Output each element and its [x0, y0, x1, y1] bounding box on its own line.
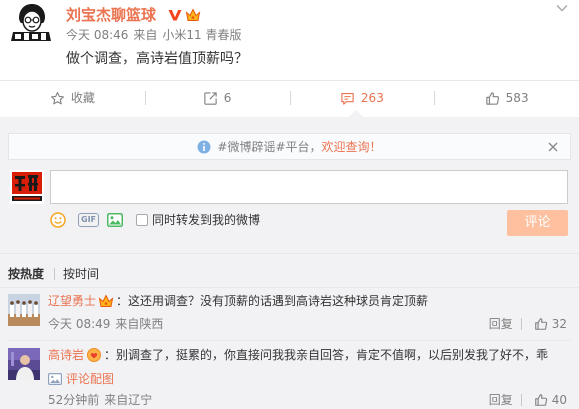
tab-sort-time[interactable]: 按时间: [63, 266, 99, 282]
comment-location: 来自陕西: [115, 317, 164, 331]
post-avatar-image: [6, 2, 56, 46]
divider: [0, 287, 579, 288]
close-icon[interactable]: [548, 142, 558, 152]
comment-icon: [340, 91, 355, 106]
like-button[interactable]: 583: [434, 82, 579, 114]
tab-separator: [54, 268, 55, 280]
author-name[interactable]: 刘宝杰聊篮球: [66, 5, 156, 25]
post-header: 刘宝杰聊篮球: [66, 4, 201, 26]
forward-icon: [203, 91, 218, 106]
submit-comment-button[interactable]: 评论: [507, 210, 568, 236]
comment-author[interactable]: 高诗岩: [48, 346, 84, 364]
notice-text[interactable]: #微博辟谣#平台，: [217, 139, 321, 155]
member-crown-icon[interactable]: [98, 294, 114, 308]
comment-notch: [349, 110, 363, 117]
image-icon[interactable]: [107, 213, 123, 227]
comment-author[interactable]: 辽望勇士: [48, 292, 96, 310]
comment-input[interactable]: [50, 170, 568, 204]
thumbs-up-icon: [485, 91, 500, 106]
comment-time: 今天 08:49: [48, 317, 111, 331]
comment-actions: 回复 32: [489, 316, 567, 332]
post-meta: 今天 08:46 来自 小米11 青春版: [66, 27, 247, 43]
emoji-badge-icon[interactable]: [86, 347, 102, 363]
comment-like-count: 32: [551, 317, 567, 331]
comment-panel: #微博辟谣#平台，欢迎查询！ GIF 同时转发到我的微博 评论 按热度 按时间: [0, 117, 579, 409]
repost-label[interactable]: 同时转发到我的微博: [152, 212, 260, 228]
post-source[interactable]: 小米11 青春版: [162, 27, 241, 43]
comment-body: 高诗岩 ：别调查了，挺累的，你直接问我我亲自回答，肯定不值啊，以后别发我了好不，…: [48, 346, 548, 364]
divider: [0, 253, 579, 254]
action-bar: 收藏 6 263 583: [0, 82, 579, 114]
action-separator: [520, 318, 522, 330]
post-avatar[interactable]: [6, 2, 56, 46]
favorite-label: 收藏: [70, 91, 95, 105]
thumbs-up-icon[interactable]: [534, 317, 548, 331]
divider: [8, 340, 571, 341]
comment-body: 辽望勇士 ：这还用调查？没有顶薪的话遇到高诗岩这种球员肯定顶薪: [48, 292, 428, 310]
verified-v-icon[interactable]: [168, 8, 182, 22]
comment-time: 52分钟前: [48, 393, 100, 407]
tab-sort-hot[interactable]: 按热度: [8, 266, 44, 282]
source-prefix: 来自: [133, 28, 158, 42]
commenter-avatar[interactable]: [8, 294, 40, 326]
gif-button[interactable]: GIF: [78, 213, 100, 227]
comment-location: 来自辽宁: [104, 393, 153, 407]
forward-count: 6: [223, 91, 232, 105]
comment-text: ：这还用调查？没有顶薪的话遇到高诗岩这种球员肯定顶薪: [116, 294, 429, 308]
comment-image-label: 评论配图: [66, 372, 115, 386]
forward-button[interactable]: 6: [144, 82, 290, 114]
comment-count: 263: [360, 91, 384, 105]
thumbs-up-icon[interactable]: [534, 393, 548, 407]
comment-item: 高诗岩 ：别调查了，挺累的，你直接问我我亲自回答，肯定不值啊，以后别发我了好不，…: [0, 345, 579, 408]
like-count: 583: [505, 91, 529, 105]
comment-actions: 回复 40: [489, 392, 567, 408]
comment-meta: 52分钟前 来自辽宁: [48, 392, 157, 408]
repost-checkbox[interactable]: [136, 214, 148, 226]
picture-icon: [48, 373, 62, 385]
notice-link[interactable]: 欢迎查询！: [322, 139, 382, 155]
member-crown-icon[interactable]: [185, 8, 201, 22]
comment-like-count: 40: [551, 393, 567, 407]
reply-button[interactable]: 回复: [489, 316, 513, 332]
post-time[interactable]: 今天 08:46: [66, 27, 128, 43]
composer-avatar[interactable]: [10, 170, 44, 204]
comment-image-link[interactable]: 评论配图: [48, 371, 114, 387]
divider: [0, 80, 579, 81]
comment-text: ：别调查了，挺累的，你直接问我我亲自回答，肯定不值啊，以后别发我了好不，乖: [104, 348, 549, 362]
info-icon: [197, 140, 211, 154]
favorite-button[interactable]: 收藏: [0, 82, 145, 114]
action-separator: [520, 394, 522, 406]
star-icon: [50, 91, 65, 106]
chevron-down-icon[interactable]: [556, 4, 568, 12]
notice-bar: #微博辟谣#平台， 欢迎查询！: [8, 133, 571, 160]
comment-item: 辽望勇士 ：这还用调查？没有顶薪的话遇到高诗岩这种球员肯定顶薪 今天 08:49…: [0, 289, 579, 339]
emoji-icon[interactable]: [50, 212, 66, 228]
reply-button[interactable]: 回复: [489, 392, 513, 408]
comment-meta: 今天 08:49 来自陕西: [48, 316, 168, 332]
commenter-avatar[interactable]: [8, 348, 40, 380]
post-text: 做个调查，高诗岩值顶薪吗？: [66, 51, 248, 67]
